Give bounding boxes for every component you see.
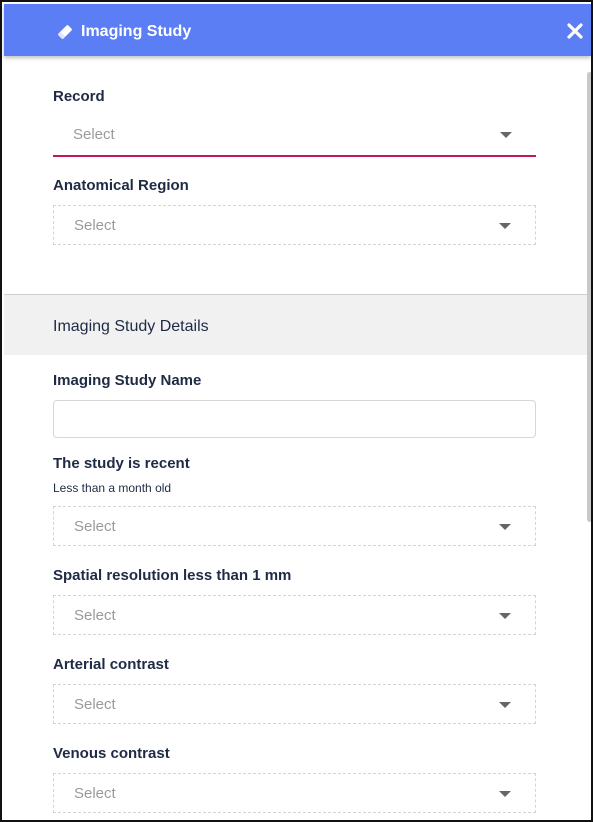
spatial-resolution-label: Spatial resolution less than 1 mm [53,567,292,584]
study-name-input[interactable] [53,400,536,438]
study-name-label: Imaging Study Name [53,372,202,389]
close-icon[interactable] [564,20,586,42]
chevron-down-icon [499,613,511,619]
study-recent-placeholder: Select [74,518,116,535]
chevron-down-icon [499,223,511,229]
study-recent-hint: Less than a month old [53,481,172,495]
arterial-contrast-placeholder: Select [74,696,116,713]
chevron-down-icon [499,791,511,797]
study-recent-select[interactable]: Select [53,506,536,546]
arterial-contrast-select[interactable]: Select [53,684,536,724]
imaging-study-dialog: Imaging Study Record Select Anatomical R… [0,0,593,822]
anatomical-region-label: Anatomical Region [53,177,189,194]
section-header: Imaging Study Details [4,294,587,355]
record-label: Record [53,88,105,105]
record-select-placeholder: Select [73,126,115,143]
venous-contrast-label: Venous contrast [53,745,170,762]
anatomical-region-select[interactable]: Select [53,205,536,245]
anatomical-region-placeholder: Select [74,217,116,234]
spatial-resolution-placeholder: Select [74,607,116,624]
scrollbar-thumb[interactable] [587,72,591,522]
chevron-down-icon [499,524,511,530]
eraser-icon [56,23,74,41]
venous-contrast-select[interactable]: Select [53,773,536,813]
chevron-down-icon [500,132,512,138]
study-recent-label: The study is recent [53,455,190,472]
spatial-resolution-select[interactable]: Select [53,595,536,635]
dialog-header: Imaging Study [4,4,591,56]
venous-contrast-placeholder: Select [74,785,116,802]
section-title: Imaging Study Details [53,318,209,335]
record-select[interactable]: Select [53,115,536,157]
chevron-down-icon [499,702,511,708]
dialog-title: Imaging Study [81,23,192,40]
arterial-contrast-label: Arterial contrast [53,656,169,673]
